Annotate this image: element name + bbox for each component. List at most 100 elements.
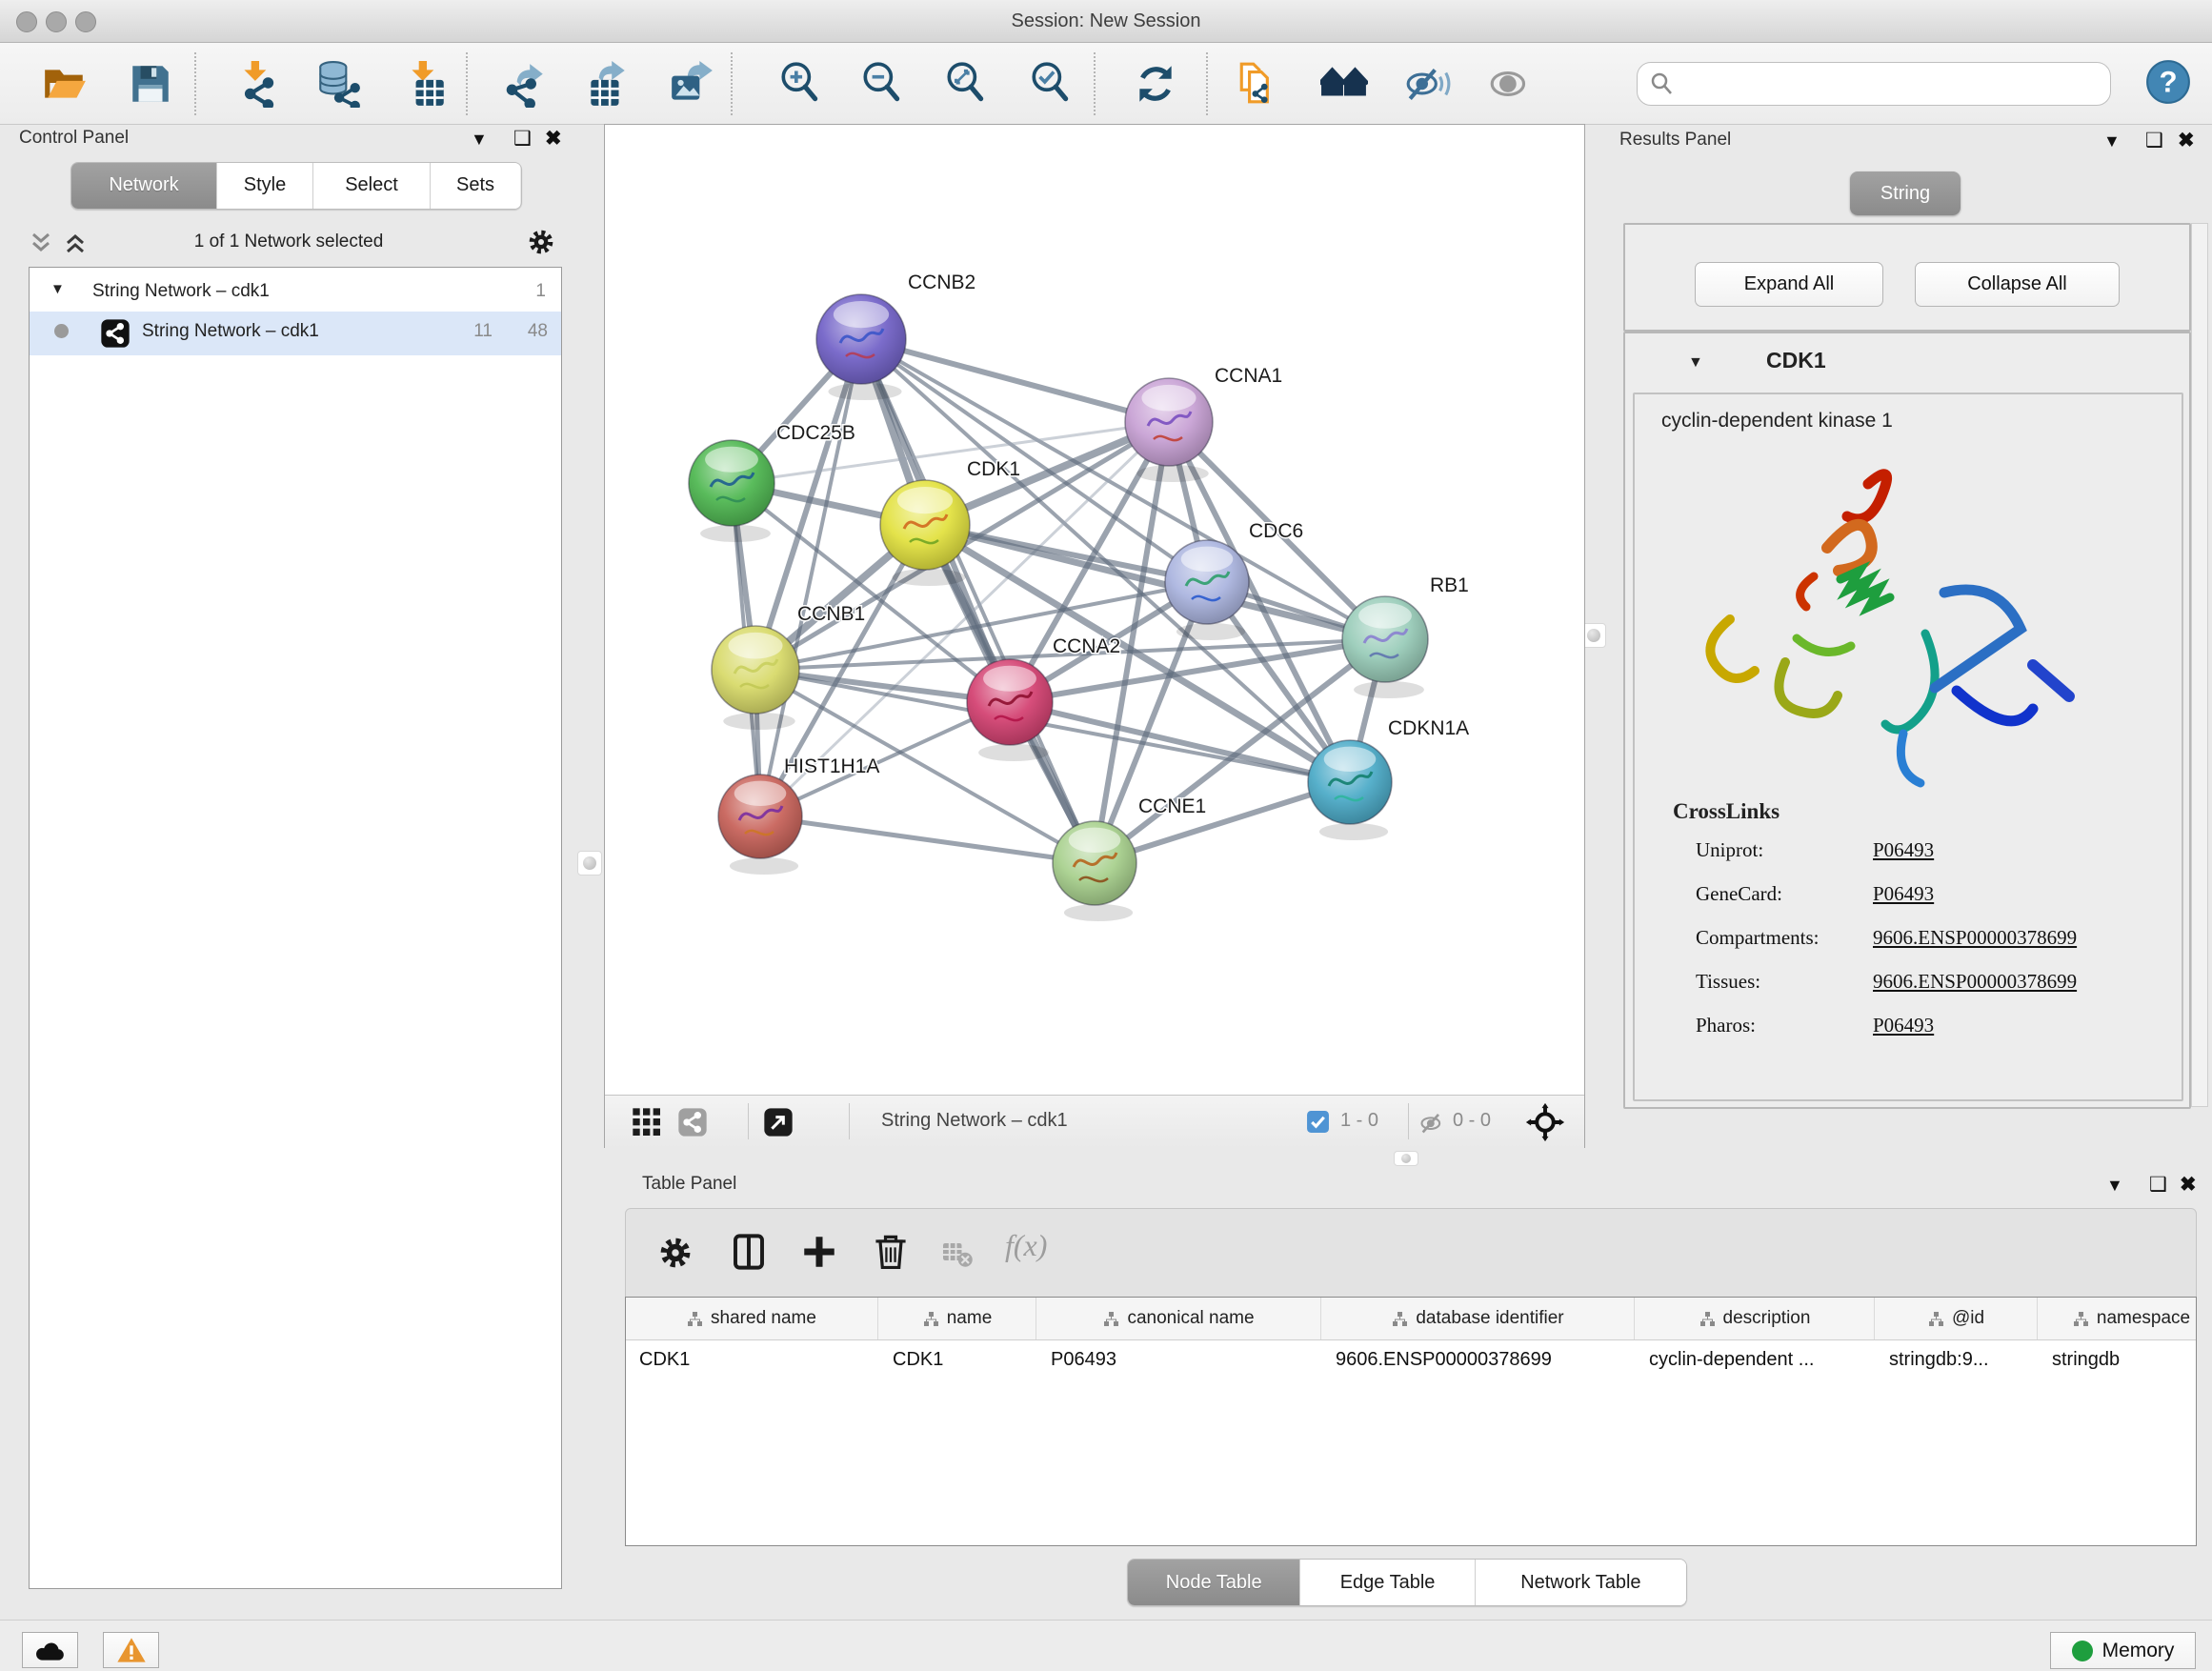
network-view-toolbar: String Network – cdk1 1 - 0 0 - 0 xyxy=(605,1095,1584,1148)
network-view[interactable]: CCNB2CCNA1CDC25BCDK1CDC6RB1CCNB1CCNA2CDK… xyxy=(604,124,1585,1148)
import-network-file-icon[interactable] xyxy=(234,60,282,108)
column-header-1[interactable]: name xyxy=(879,1298,1036,1339)
memory-button[interactable]: Memory xyxy=(2050,1632,2196,1669)
zoom-selected-icon[interactable] xyxy=(1027,60,1075,108)
table-options-gear-icon[interactable] xyxy=(656,1234,694,1272)
column-header-5[interactable]: @id xyxy=(1876,1298,2038,1339)
node-label-CCNB1: CCNB1 xyxy=(797,603,865,625)
crosslink-row: Compartments: xyxy=(1696,926,1820,950)
column-header-4[interactable]: description xyxy=(1636,1298,1875,1339)
zoom-window-icon[interactable] xyxy=(75,11,96,32)
crosslink-link[interactable]: P06493 xyxy=(1873,1014,1934,1037)
network-label: String Network – cdk1 xyxy=(142,321,319,342)
save-session-icon[interactable] xyxy=(127,60,174,108)
export-table-icon[interactable] xyxy=(583,60,631,108)
tab-edge-table[interactable]: Edge Table xyxy=(1300,1560,1475,1605)
tree-expander-icon[interactable]: ▼ xyxy=(50,281,65,297)
column-header-2[interactable]: canonical name xyxy=(1037,1298,1321,1339)
memory-label: Memory xyxy=(2102,1640,2175,1662)
copy-network-icon[interactable] xyxy=(1236,60,1283,108)
zoom-in-icon[interactable] xyxy=(776,60,824,108)
table-cell[interactable]: cyclin-dependent ... xyxy=(1636,1341,1874,1378)
selected-count-badge: 1 - 0 xyxy=(1340,1110,1378,1132)
table-cell[interactable]: stringdb xyxy=(2039,1341,2197,1378)
column-label: shared name xyxy=(711,1308,816,1329)
fit-crosshair-icon[interactable] xyxy=(1525,1102,1565,1142)
warning-button[interactable] xyxy=(103,1632,159,1668)
maximize-panel-icon[interactable]: ❑ xyxy=(513,127,532,151)
refresh-icon[interactable] xyxy=(1132,60,1179,108)
bottom-splitter-handle[interactable] xyxy=(1394,1151,1418,1166)
hide-selected-icon[interactable] xyxy=(1404,60,1452,108)
tab-select[interactable]: Select xyxy=(313,163,431,209)
show-all-icon[interactable] xyxy=(1487,60,1535,108)
column-header-0[interactable]: shared name xyxy=(626,1298,878,1339)
column-header-3[interactable]: database identifier xyxy=(1322,1298,1635,1339)
tab-string[interactable]: String xyxy=(1850,171,1961,215)
tab-network[interactable]: Network xyxy=(71,163,217,209)
close-panel-icon[interactable]: ✖ xyxy=(2178,129,2195,152)
export-network-icon[interactable] xyxy=(501,60,549,108)
minimize-window-icon[interactable] xyxy=(46,11,67,32)
zoom-out-icon[interactable] xyxy=(858,60,906,108)
close-window-icon[interactable] xyxy=(16,11,37,32)
tab-network-table[interactable]: Network Table xyxy=(1476,1560,1686,1605)
tab-node-table[interactable]: Node Table xyxy=(1128,1560,1300,1605)
table-header-row: shared name namecanonical namedatabase id… xyxy=(626,1298,2197,1340)
status-bar: Memory xyxy=(0,1620,2212,1671)
table-cell[interactable]: stringdb:9... xyxy=(1876,1341,2037,1378)
open-session-icon[interactable] xyxy=(41,60,89,108)
home-icon[interactable] xyxy=(1320,60,1368,108)
network-canvas[interactable]: CCNB2CCNA1CDC25BCDK1CDC6RB1CCNB1CCNA2CDK… xyxy=(605,125,1584,1095)
expand-all-button[interactable]: Expand All xyxy=(1695,262,1883,307)
help-icon[interactable]: ? xyxy=(2144,58,2192,106)
crosslink-link[interactable]: 9606.ENSP00000378699 xyxy=(1873,970,2077,994)
birdseye-view-icon[interactable] xyxy=(763,1107,794,1137)
network-row-selected[interactable]: String Network – cdk1 11 48 xyxy=(30,312,561,355)
tab-sets[interactable]: Sets xyxy=(431,163,520,209)
node-table[interactable]: shared name namecanonical namedatabase id… xyxy=(625,1297,2197,1546)
selected-nodes-checkbox-icon[interactable] xyxy=(1306,1110,1330,1134)
memory-status-dot xyxy=(2072,1641,2093,1661)
import-network-database-icon[interactable] xyxy=(314,60,362,108)
float-panel-icon[interactable]: ▼ xyxy=(471,130,488,150)
crosslink-link[interactable]: P06493 xyxy=(1873,882,1934,906)
add-column-icon[interactable] xyxy=(799,1232,839,1272)
maximize-panel-icon[interactable]: ❑ xyxy=(2145,129,2163,152)
delete-column-trash-icon[interactable] xyxy=(870,1230,912,1272)
attribute-tree-icon xyxy=(687,1311,703,1327)
tab-style[interactable]: Style xyxy=(217,163,313,209)
table-cell[interactable]: CDK1 xyxy=(879,1341,1036,1378)
table-cell[interactable]: 9606.ENSP00000378699 xyxy=(1322,1341,1634,1378)
crosslink-link[interactable]: 9606.ENSP00000378699 xyxy=(1873,926,2077,950)
results-scrollbar[interactable] xyxy=(2191,223,2208,1107)
close-panel-icon[interactable]: ✖ xyxy=(545,127,562,151)
search-icon xyxy=(1649,70,1676,97)
crosslink-link[interactable]: P06493 xyxy=(1873,838,1934,862)
node-count: 11 xyxy=(473,321,493,342)
grid-view-icon[interactable] xyxy=(632,1107,662,1137)
zoom-fit-icon[interactable] xyxy=(942,60,990,108)
network-collection-row[interactable]: ▼ String Network – cdk1 1 xyxy=(30,273,561,315)
show-columns-icon[interactable] xyxy=(729,1232,769,1272)
import-table-icon[interactable] xyxy=(402,60,450,108)
network-status-dot xyxy=(54,324,69,338)
table-cell[interactable]: P06493 xyxy=(1037,1341,1320,1378)
network-options-gear-icon[interactable] xyxy=(526,227,556,257)
close-panel-icon[interactable]: ✖ xyxy=(2180,1173,2197,1197)
float-panel-icon[interactable]: ▼ xyxy=(2103,131,2121,151)
network-view-mode-icon[interactable] xyxy=(677,1107,708,1137)
left-splitter-handle[interactable] xyxy=(577,851,602,876)
table-cell[interactable]: CDK1 xyxy=(626,1341,877,1378)
maximize-panel-icon[interactable]: ❑ xyxy=(2149,1173,2167,1197)
search-input[interactable] xyxy=(1683,67,2097,101)
export-image-icon[interactable] xyxy=(668,60,715,108)
collapse-all-button[interactable]: Collapse All xyxy=(1915,262,2120,307)
search-box[interactable] xyxy=(1637,62,2111,106)
attribute-tree-icon xyxy=(1928,1311,1944,1327)
cloud-button[interactable] xyxy=(22,1632,78,1668)
toolbar-separator xyxy=(748,1103,749,1139)
float-panel-icon[interactable]: ▼ xyxy=(2106,1176,2123,1196)
column-header-6[interactable]: namespace xyxy=(2039,1298,2197,1339)
entry-expander-icon[interactable]: ▼ xyxy=(1688,354,1703,372)
